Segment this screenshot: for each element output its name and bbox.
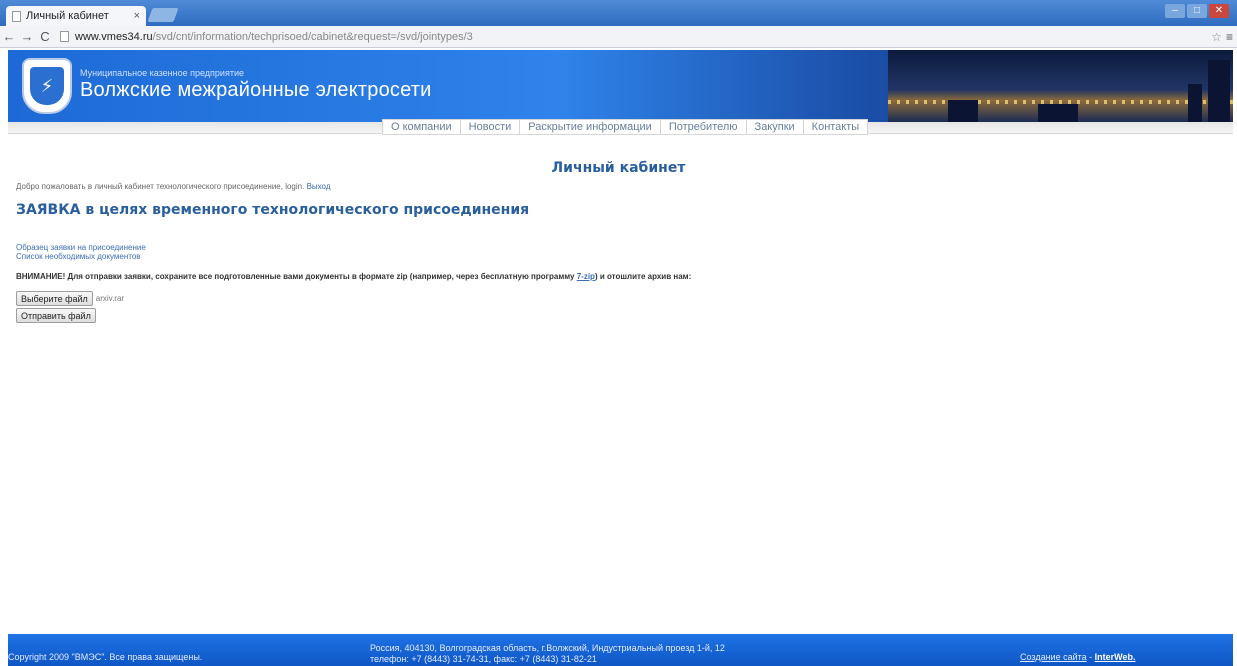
welcome-message: Добро пожаловать в личный кабинет технол…	[16, 182, 331, 191]
document-links: Образец заявки на присоединение Список н…	[16, 243, 146, 261]
credits-separator: -	[1086, 652, 1095, 662]
send-row: Отправить файл	[16, 308, 96, 323]
made-by-link[interactable]: Создание сайта	[1020, 652, 1087, 662]
tab-title: Личный кабинет	[26, 10, 109, 22]
url-host: www.vmes34.ru	[75, 30, 153, 43]
company-address: Россия, 404130, Волгоградская область, г…	[370, 643, 725, 665]
required-documents-link[interactable]: Список необходимых документов	[16, 252, 146, 261]
window-controls: – □ ✕	[1165, 4, 1229, 18]
browser-tab[interactable]: Личный кабинет ×	[6, 6, 146, 26]
7zip-link[interactable]: 7-zip	[577, 272, 595, 281]
page-icon	[12, 10, 21, 22]
url-path: /svd/cnt/information/techprisoed/cabinet…	[152, 30, 473, 43]
main-nav: О компании Новости Раскрытие информации …	[382, 119, 869, 135]
nav-item-disclosure[interactable]: Раскрытие информации	[520, 120, 661, 134]
browser-tab-bar: Личный кабинет × – □ ✕	[0, 0, 1237, 26]
address-bar: ← → C www.vmes34.ru/svd/cnt/information/…	[0, 26, 1237, 48]
url-field[interactable]: www.vmes34.ru/svd/cnt/information/techpr…	[60, 31, 1210, 43]
logout-link[interactable]: Выход	[307, 182, 331, 191]
copyright-text: Copyright 2009 "ВМЭС". Все права защищен…	[8, 652, 203, 662]
power-tower-icon: ⚡	[30, 67, 64, 105]
request-title: ЗАЯВКА в целях временного технологическо…	[16, 202, 530, 218]
site-footer: Copyright 2009 "ВМЭС". Все права защищен…	[8, 634, 1233, 666]
page-icon	[60, 31, 69, 42]
notice-text-after: ) и отошлите архив нам:	[594, 272, 692, 281]
minimize-icon[interactable]: –	[1165, 4, 1185, 18]
file-chooser: Выберите файл arxiv.rar	[16, 291, 124, 306]
notice-text-before: ВНИМАНИЕ! Для отправки заявки, сохраните…	[16, 272, 577, 281]
maximize-icon[interactable]: □	[1187, 4, 1207, 18]
interweb-link[interactable]: InterWeb.	[1095, 652, 1136, 662]
nav-item-news[interactable]: Новости	[461, 120, 521, 134]
browser-menu-icon[interactable]: ≡	[1226, 30, 1233, 44]
close-tab-icon[interactable]: ×	[134, 10, 140, 22]
sample-application-link[interactable]: Образец заявки на присоединение	[16, 243, 146, 252]
org-name: Волжские межрайонные электросети	[80, 79, 432, 101]
window-close-icon[interactable]: ✕	[1209, 4, 1229, 18]
nav-item-consumers[interactable]: Потребителю	[661, 120, 747, 134]
back-arrow-icon[interactable]: ←	[0, 29, 18, 44]
chosen-filename: arxiv.rar	[95, 294, 125, 303]
reload-icon[interactable]: C	[36, 29, 54, 44]
choose-file-button[interactable]: Выберите файл	[16, 291, 93, 306]
org-subtitle: Муниципальное казенное предприятие	[80, 68, 244, 78]
site-credits: Создание сайта - InterWeb.	[1020, 652, 1136, 662]
nav-item-contacts[interactable]: Контакты	[804, 120, 868, 134]
forward-arrow-icon[interactable]: →	[18, 29, 36, 44]
new-tab-button[interactable]	[147, 8, 179, 22]
bookmark-star-icon[interactable]: ☆	[1211, 30, 1222, 44]
company-logo[interactable]: ⚡	[22, 58, 72, 114]
phone-line: телефон: +7 (8443) 31-74-31, факс: +7 (8…	[370, 654, 597, 664]
welcome-text: Добро пожаловать в личный кабинет технол…	[16, 182, 305, 191]
upload-notice: ВНИМАНИЕ! Для отправки заявки, сохраните…	[16, 272, 691, 281]
city-night-photo	[888, 50, 1233, 122]
site-header-banner: ⚡ Муниципальное казенное предприятие Вол…	[8, 50, 1233, 122]
page-title: Личный кабинет	[551, 160, 686, 176]
nav-item-purchases[interactable]: Закупки	[747, 120, 804, 134]
send-file-button[interactable]: Отправить файл	[16, 308, 96, 323]
address-line: Россия, 404130, Волгоградская область, г…	[370, 643, 725, 653]
nav-item-about[interactable]: О компании	[383, 120, 461, 134]
